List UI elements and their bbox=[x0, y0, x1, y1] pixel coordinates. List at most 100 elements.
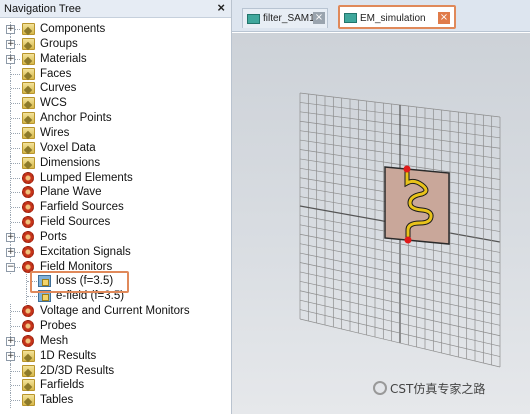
expand-icon[interactable]: + bbox=[6, 351, 15, 361]
tree-item[interactable]: Probes bbox=[0, 319, 230, 334]
close-icon[interactable]: × bbox=[438, 12, 450, 24]
tab-em-simulation[interactable]: EM_simulation × bbox=[338, 5, 456, 29]
tree-item-label: Excitation Signals bbox=[40, 245, 131, 258]
red-gear-icon bbox=[22, 171, 34, 184]
tree-view: + Components + Groups + Materials Faces Curves W… bbox=[0, 18, 231, 414]
tree-item-label: Dimensions bbox=[40, 156, 101, 169]
red-gear-icon bbox=[22, 245, 34, 258]
tree-item-label: Lumped Elements bbox=[40, 171, 133, 184]
tree-item-label: WCS bbox=[40, 97, 67, 110]
port-marker-bottom bbox=[404, 236, 412, 244]
tree-item-label: Curves bbox=[40, 82, 77, 95]
tree-item-label: Wires bbox=[40, 126, 70, 139]
folder-icon bbox=[22, 141, 35, 154]
expand-icon[interactable]: + bbox=[6, 247, 15, 257]
project-icon bbox=[247, 14, 260, 24]
folder-icon bbox=[22, 364, 35, 377]
tree-connector bbox=[27, 296, 37, 298]
watermark-text: CST仿真专家之路 bbox=[390, 382, 486, 396]
navigation-tree-title: Navigation Tree bbox=[4, 3, 82, 15]
tree-item[interactable]: Voxel Data bbox=[0, 140, 230, 156]
tree-item-label: Plane Wave bbox=[40, 186, 102, 199]
tree-item[interactable]: +1D Results bbox=[0, 348, 230, 364]
tree-item[interactable]: + Ports bbox=[0, 229, 230, 245]
folder-icon bbox=[22, 67, 35, 80]
tree-connector bbox=[11, 147, 20, 149]
tree-connector bbox=[11, 162, 20, 164]
tree-item[interactable]: Voltage and Current Monitors bbox=[0, 304, 230, 319]
tree-item[interactable]: Tables bbox=[0, 393, 230, 409]
tree-item[interactable]: Farfield Sources bbox=[0, 200, 230, 216]
tree-item[interactable]: Curves bbox=[0, 81, 230, 97]
expand-icon[interactable]: + bbox=[6, 54, 15, 64]
tree-item[interactable]: + Mesh bbox=[0, 333, 230, 349]
tree-connector bbox=[11, 177, 20, 179]
tree-item[interactable]: Field Sources bbox=[0, 215, 230, 230]
tree-connector bbox=[11, 192, 20, 194]
tree-item-label: Mesh bbox=[40, 334, 69, 347]
tab-filter-sam1[interactable]: filter_SAM1 × bbox=[242, 8, 328, 28]
substrate-block bbox=[384, 166, 450, 245]
tree-item[interactable]: + Materials bbox=[0, 51, 230, 67]
tree-connector bbox=[11, 326, 20, 327]
3d-viewport[interactable]: CST仿真专家之路 bbox=[232, 33, 530, 414]
tree-item-label: Field Sources bbox=[40, 216, 111, 229]
tree-item-label: Probes bbox=[40, 320, 77, 332]
red-gear-icon bbox=[22, 305, 34, 318]
red-gear-icon bbox=[22, 216, 34, 229]
tree-connector bbox=[11, 400, 20, 402]
tree-item-label: Voxel Data bbox=[40, 141, 96, 154]
folder-icon bbox=[22, 82, 35, 95]
port-marker-top bbox=[403, 165, 411, 173]
tree-item[interactable]: + Excitation Signals bbox=[0, 244, 230, 260]
tree-item-label: Farfields bbox=[40, 379, 85, 392]
folder-icon bbox=[22, 97, 35, 110]
tree-item[interactable]: Anchor Points bbox=[0, 111, 230, 126]
tree-connector bbox=[11, 103, 20, 105]
folder-icon bbox=[22, 394, 35, 407]
tree-item[interactable]: Farfields bbox=[0, 378, 230, 394]
folder-icon bbox=[22, 156, 35, 169]
tree-connector bbox=[11, 88, 20, 90]
tree-item-label: Farfield Sources bbox=[40, 201, 124, 214]
tree-item-label: 1D Results bbox=[40, 349, 97, 362]
tree-item-label: Ports bbox=[40, 230, 67, 243]
project-icon bbox=[344, 13, 357, 23]
close-icon[interactable]: × bbox=[313, 12, 325, 24]
tree-item[interactable]: Lumped Elements bbox=[0, 170, 230, 186]
expand-icon[interactable]: + bbox=[6, 232, 15, 242]
tab-label: EM_simulation bbox=[360, 13, 426, 24]
tree-connector bbox=[11, 73, 20, 75]
tree-connector bbox=[11, 385, 20, 387]
red-gear-icon bbox=[22, 186, 34, 199]
tree-item[interactable]: Plane Wave bbox=[0, 185, 230, 201]
tree-item[interactable]: WCS bbox=[0, 96, 230, 112]
tree-item[interactable]: + Groups bbox=[0, 36, 230, 52]
tree-item[interactable]: 2D/3D Results bbox=[0, 363, 230, 379]
expand-icon[interactable]: + bbox=[6, 39, 15, 49]
red-gear-icon bbox=[22, 201, 34, 214]
tree-connector bbox=[11, 132, 20, 134]
tree-item[interactable]: Dimensions bbox=[0, 155, 230, 171]
expand-icon[interactable]: + bbox=[6, 25, 15, 34]
tree-item-label: 2D/3D Results bbox=[40, 364, 115, 377]
tree-item[interactable]: Wires bbox=[0, 125, 230, 141]
tree-item[interactable]: + Components bbox=[0, 22, 230, 37]
folder-icon bbox=[22, 349, 35, 362]
folder-icon bbox=[22, 126, 35, 139]
tree-connector bbox=[11, 311, 20, 313]
tree-item-label: Voltage and Current Monitors bbox=[40, 305, 190, 318]
tree-item-label: Groups bbox=[40, 37, 78, 50]
red-gear-icon bbox=[22, 334, 34, 347]
close-icon[interactable]: × bbox=[217, 1, 225, 15]
tree-connector bbox=[11, 207, 20, 209]
navigation-tree-panel: Navigation Tree × + Components + Groups + Mat… bbox=[0, 0, 232, 414]
tree-item-label: Anchor Points bbox=[40, 112, 112, 125]
tree-item[interactable]: Faces bbox=[0, 66, 230, 82]
expand-icon[interactable]: + bbox=[6, 336, 15, 346]
tree-item-label: Materials bbox=[40, 52, 87, 65]
folder-icon bbox=[22, 37, 35, 50]
watermark-logo-icon bbox=[373, 381, 387, 395]
collapse-icon[interactable]: − bbox=[6, 262, 15, 272]
tree-item-label: Tables bbox=[40, 394, 74, 407]
